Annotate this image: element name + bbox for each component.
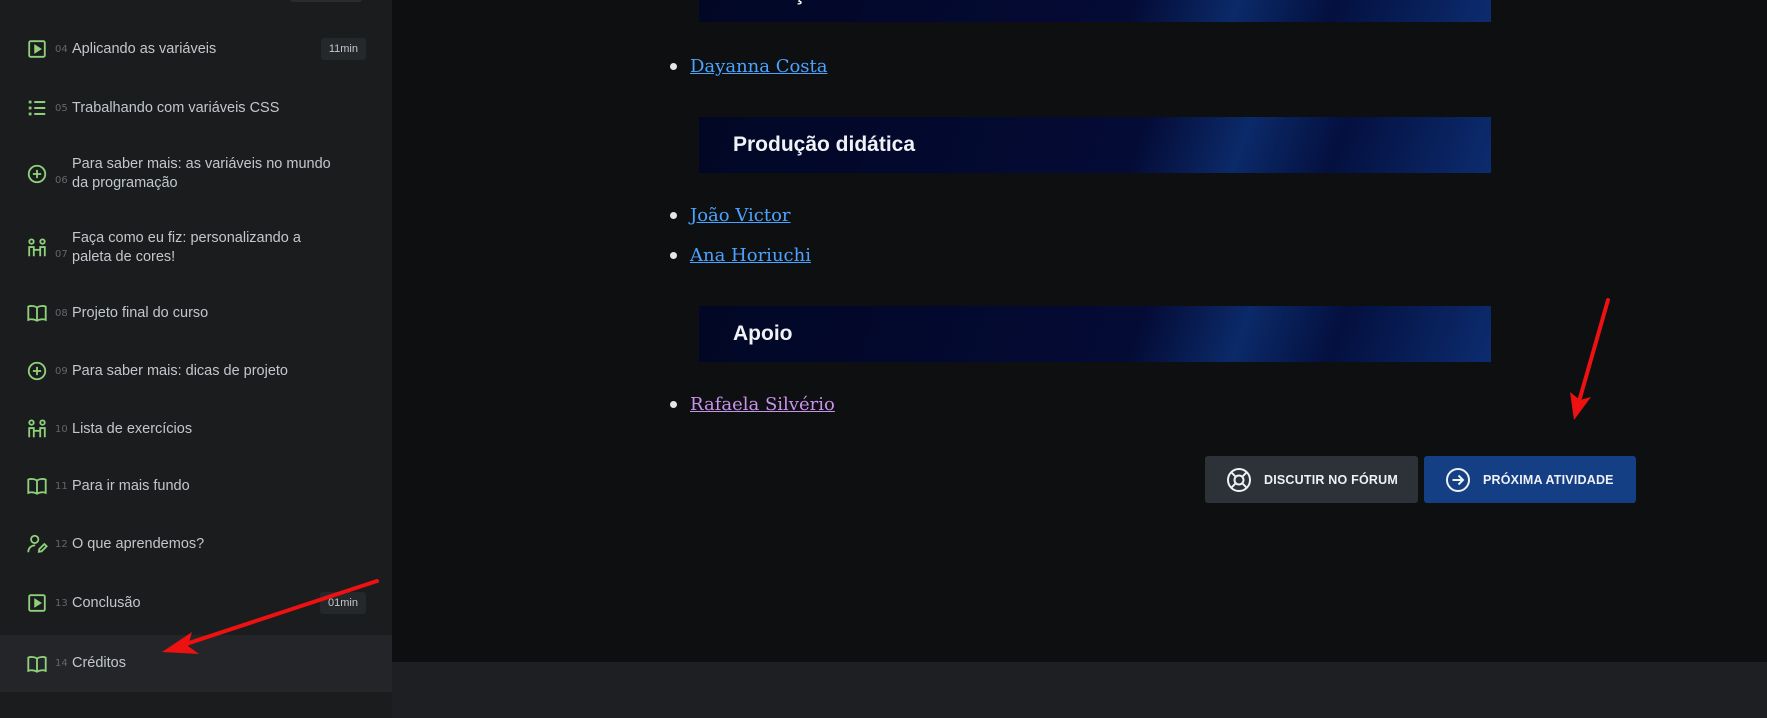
item-number: 12 <box>55 538 68 550</box>
item-label: Para saber mais: as variáveis no mundo d… <box>72 156 331 191</box>
item-label: Aplicando as variáveis <box>72 40 217 57</box>
person-link[interactable]: Ana Horiuchi <box>690 245 811 266</box>
person-link[interactable]: Dayanna Costa <box>690 56 828 77</box>
section-banner: Produção didática <box>699 117 1491 173</box>
item-number: 13 <box>55 597 68 609</box>
item-number: 06 <box>55 175 68 186</box>
item-label: Créditos <box>72 655 126 671</box>
item-number: 11 <box>55 480 68 492</box>
play-icon <box>26 592 48 614</box>
item-label: O que aprendemos? <box>72 535 205 552</box>
duration-badge: 11min <box>320 38 366 60</box>
section-title: Produção audiovisual <box>733 0 951 22</box>
item-label: Trabalhando com variáveis CSS <box>72 99 280 116</box>
people-icon <box>26 237 48 259</box>
lifebuoy-icon <box>1226 467 1252 493</box>
person-link[interactable]: Rafaela Silvério <box>690 394 835 415</box>
list-item: Rafaela Silvério <box>670 394 835 415</box>
item-number: 08 <box>55 307 68 319</box>
sidebar-item-creditos[interactable]: 14 Créditos <box>0 635 392 692</box>
sidebar-item-lista-exercicios[interactable]: 10 Lista de exercícios <box>0 407 392 451</box>
sidebar-item-saber-mais-variaveis[interactable]: 06 Para saber mais: as variáveis no mund… <box>0 152 392 196</box>
item-label: Para saber mais: dicas de projeto <box>72 362 288 379</box>
book-icon <box>26 302 48 324</box>
sidebar-item-faca-como-eu-fiz[interactable]: 07 Faça como eu fiz: personalizando a pa… <box>0 226 392 270</box>
section-banner: Apoio <box>699 306 1491 362</box>
duration-badge: 01min <box>320 592 366 614</box>
forum-button[interactable]: DISCUTIR NO FÓRUM <box>1205 456 1418 503</box>
item-label: Conclusão <box>72 594 141 611</box>
list-item: João Victor <box>670 205 791 226</box>
item-label: Lista de exercícios <box>72 420 193 437</box>
sidebar-item-trabalhando-variaveis[interactable]: 05 Trabalhando com variáveis CSS <box>0 86 392 130</box>
item-label: Para ir mais fundo <box>72 477 190 494</box>
list-icon <box>26 97 48 119</box>
book-icon <box>26 475 48 497</box>
next-activity-button-label: PRÓXIMA ATIVIDADE <box>1483 472 1614 487</box>
plus-circle-icon <box>26 360 48 382</box>
item-label: Projeto final do curso <box>72 304 209 321</box>
list-item: Ana Horiuchi <box>670 245 811 266</box>
book-icon <box>26 653 48 675</box>
item-number: 10 <box>55 423 68 435</box>
item-number: 09 <box>55 365 68 377</box>
item-number: 05 <box>55 102 68 114</box>
arrow-right-circle-icon <box>1445 467 1471 493</box>
user-edit-icon <box>26 533 48 555</box>
sidebar-item-o-que-aprendemos[interactable]: 12 O que aprendemos? <box>0 522 392 566</box>
sidebar-item-dicas-projeto[interactable]: 09 Para saber mais: dicas de projeto <box>0 349 392 393</box>
sidebar-item-conclusao[interactable]: 13 Conclusão 01min <box>0 581 392 625</box>
section-banner: Produção audiovisual <box>699 0 1491 22</box>
sidebar-item-projeto-final[interactable]: 08 Projeto final do curso <box>0 291 392 335</box>
sidebar-item-aplicando-variaveis[interactable]: 04 Aplicando as variáveis 11min <box>0 27 392 71</box>
list-item: Dayanna Costa <box>670 56 828 77</box>
section-title: Apoio <box>733 322 793 345</box>
next-activity-button[interactable]: PRÓXIMA ATIVIDADE <box>1424 456 1636 503</box>
sidebar-item-ir-mais-fundo[interactable]: 11 Para ir mais fundo <box>0 464 392 508</box>
section-title: Produção didática <box>733 133 916 156</box>
bullet <box>670 252 677 259</box>
bullet <box>670 212 677 219</box>
forum-button-label: DISCUTIR NO FÓRUM <box>1264 472 1398 487</box>
plus-circle-icon <box>26 163 48 185</box>
item-number: 14 <box>55 658 68 669</box>
people-icon <box>26 418 48 440</box>
bullet <box>670 63 677 70</box>
item-label: Faça como eu fiz: personalizando a palet… <box>72 230 301 265</box>
bullet <box>670 401 677 408</box>
item-number: 04 <box>55 43 68 55</box>
play-icon <box>26 38 48 60</box>
duration-badge-partial <box>290 0 362 2</box>
footer-bar <box>392 662 1767 718</box>
course-sidebar: 04 Aplicando as variáveis 11min 05 Traba… <box>0 0 392 718</box>
person-link[interactable]: João Victor <box>690 205 791 226</box>
item-number: 07 <box>55 249 68 260</box>
activity-content: Produção audiovisual Dayanna Costa Produ… <box>392 0 1767 662</box>
